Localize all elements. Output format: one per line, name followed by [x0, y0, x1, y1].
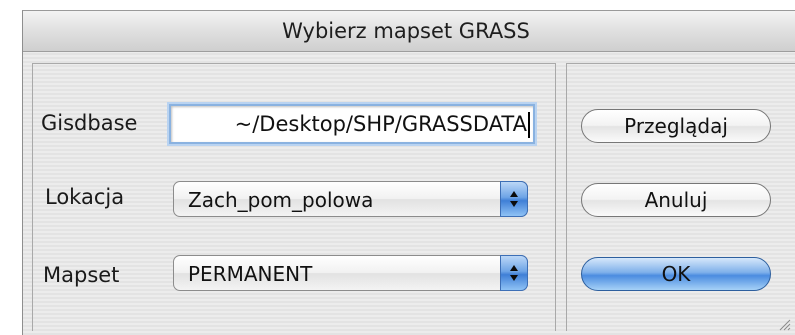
browse-button[interactable]: Przeglądaj — [581, 109, 771, 143]
window-title: Wybierz mapset GRASS — [282, 19, 530, 43]
dialog-window: Wybierz mapset GRASS Gisdbase Lokacja Za… — [22, 10, 795, 335]
up-down-arrows-icon[interactable] — [500, 181, 528, 217]
lokacja-select[interactable]: Zach_pom_polowa — [173, 181, 528, 217]
mapset-label: Mapset — [43, 263, 120, 287]
ok-button[interactable]: OK — [581, 257, 771, 291]
gisdbase-field[interactable] — [169, 104, 535, 144]
resize-grip-icon[interactable] — [777, 317, 791, 331]
gisdbase-input[interactable] — [171, 106, 529, 142]
lokacja-label: Lokacja — [45, 185, 125, 209]
mapset-selected-value: PERMANENT — [188, 262, 313, 286]
lokacja-selected-value: Zach_pom_polowa — [188, 188, 374, 212]
title-bar[interactable]: Wybierz mapset GRASS — [23, 11, 795, 52]
text-caret — [528, 112, 530, 138]
mapset-select[interactable]: PERMANENT — [173, 255, 528, 291]
up-down-arrows-icon[interactable] — [500, 255, 528, 291]
cancel-button[interactable]: Anuluj — [581, 183, 771, 217]
gisdbase-label: Gisdbase — [41, 111, 138, 135]
